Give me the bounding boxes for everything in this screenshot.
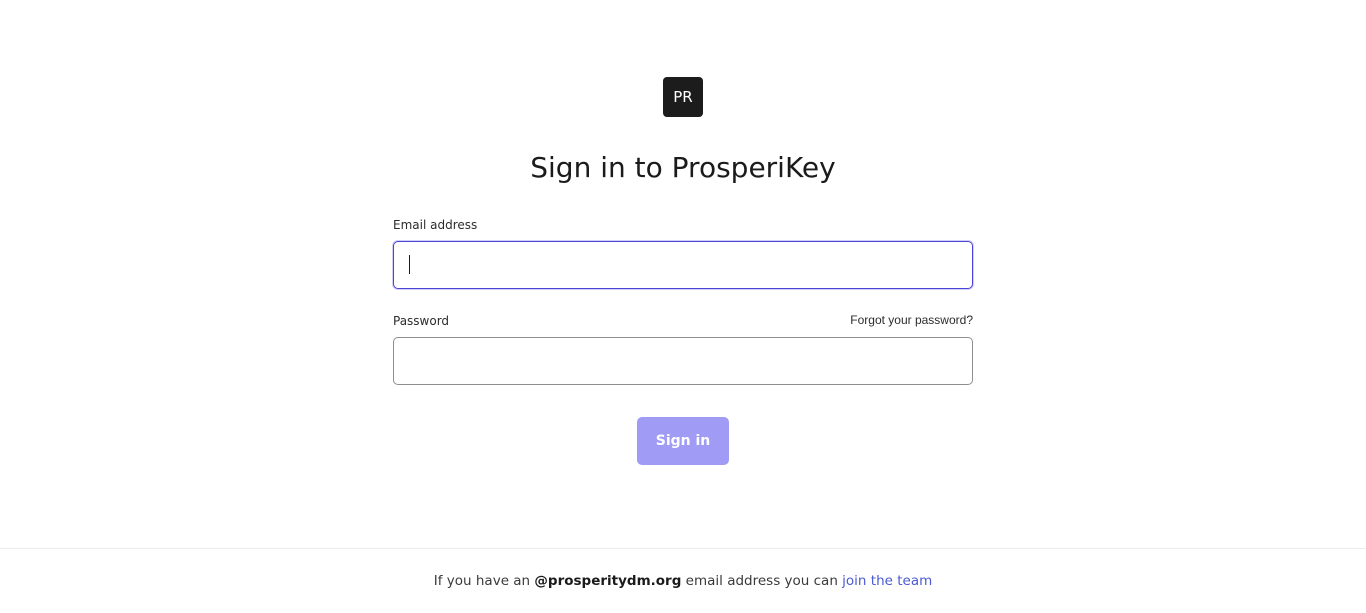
sign-in-button[interactable]: Sign in — [637, 417, 729, 465]
footer-divider — [0, 548, 1366, 549]
email-field[interactable] — [393, 241, 973, 289]
page-title: Sign in to ProsperiKey — [530, 151, 836, 184]
sign-in-page: PR Sign in to ProsperiKey Email address … — [0, 0, 1366, 613]
password-label: Password — [393, 314, 450, 328]
text-caret — [409, 255, 410, 274]
footer-prefix: If you have an — [433, 573, 531, 589]
email-label: Email address — [393, 218, 478, 232]
footer-middle: email address you can — [685, 573, 838, 589]
footer-text: If you have an @prosperitydm.org email a… — [0, 572, 1366, 590]
logo-initials: PR — [673, 88, 693, 106]
footer-domain: @prosperitydm.org — [534, 573, 682, 589]
join-team-link[interactable]: join the team — [842, 573, 932, 589]
password-field[interactable] — [393, 337, 973, 385]
forgot-password-link[interactable]: Forgot your password? — [850, 312, 973, 328]
app-logo: PR — [663, 77, 703, 117]
